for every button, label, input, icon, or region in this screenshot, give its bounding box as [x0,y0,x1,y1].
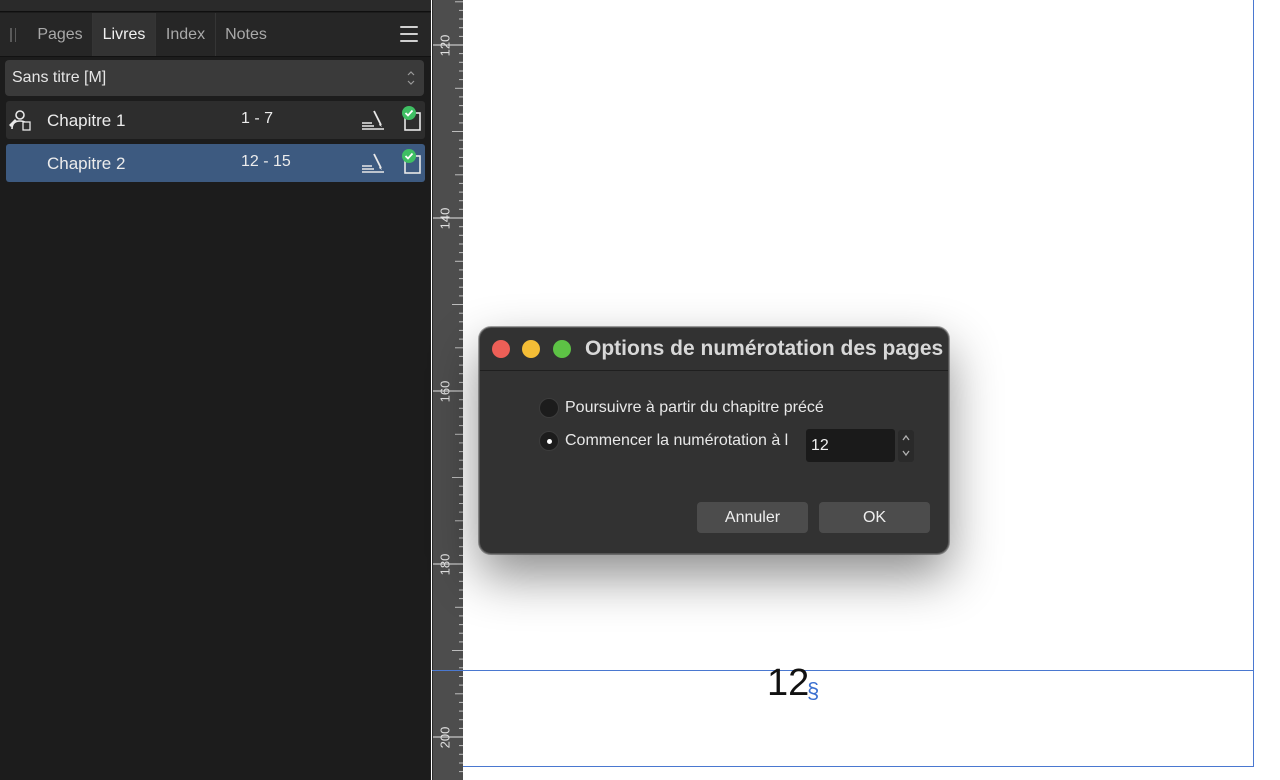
panel-menu-icon[interactable] [400,26,418,42]
margin-guide[interactable] [432,670,1254,671]
section-marker: § [807,678,820,703]
maximize-window-button[interactable] [553,340,571,358]
master-chapter-icon [9,110,31,131]
page-numbering-dialog: Options de numérotation des pages Poursu… [479,327,949,554]
edit-chapter-icon[interactable] [360,152,386,174]
panel-tab-bar: Pages Livres Index Notes [0,13,431,57]
continue-numbering-radio[interactable] [539,398,559,418]
book-selector[interactable]: Sans titre [M] [5,60,424,96]
cancel-button[interactable]: Annuler [697,502,808,533]
edit-chapter-icon[interactable] [360,109,386,131]
increment-icon[interactable] [901,433,911,443]
updown-chevron-icon [407,71,415,85]
ruler-label: 160 [437,380,453,403]
ruler-label: 180 [437,553,453,576]
ok-button[interactable]: OK [819,502,930,533]
dialog-title: Options de numérotation des pages [585,337,944,360]
continue-numbering-label[interactable]: Poursuivre à partir du chapitre précé [565,399,833,417]
ruler-label: 140 [437,207,453,230]
dialog-titlebar[interactable]: Options de numérotation des pages [480,328,948,371]
panel-top-strip [0,0,431,12]
vertical-ruler[interactable]: 120 140 160 180 200 [432,0,464,780]
start-numbering-label[interactable]: Commencer la numérotation à l [565,432,795,450]
start-numbering-radio[interactable] [539,431,559,451]
chapter-row-1[interactable]: Chapitre 1 1 - 7 [6,101,425,139]
tab-index[interactable]: Index [156,13,216,56]
start-number-field[interactable] [806,429,895,462]
books-panel: Pages Livres Index Notes Sans titre [M] … [0,0,431,780]
page-edge [463,766,1254,767]
document-ok-icon[interactable] [401,106,423,132]
document-ok-icon[interactable] [401,149,423,175]
chapter-name: Chapitre 2 [47,154,126,173]
drag-handle-icon[interactable] [10,28,18,42]
ruler-label: 200 [437,726,453,749]
page-edge [1253,0,1254,767]
chapter-name: Chapitre 1 [47,111,126,130]
page-number-field[interactable]: 12 [767,662,809,705]
tab-livres[interactable]: Livres [93,13,156,56]
chapter-row-2[interactable]: Chapitre 2 12 - 15 [6,144,425,182]
minimize-window-button[interactable] [522,340,540,358]
chapter-page-range[interactable]: 12 - 15 [241,153,291,171]
start-number-input[interactable] [806,429,886,462]
tab-pages[interactable]: Pages [28,13,93,56]
decrement-icon[interactable] [901,448,911,458]
start-number-stepper[interactable] [898,430,914,462]
close-window-button[interactable] [492,340,510,358]
book-selector-value: Sans titre [M] [12,69,107,86]
tab-notes[interactable]: Notes [216,13,276,56]
chapter-page-range[interactable]: 1 - 7 [241,110,273,128]
ruler-label: 120 [437,34,453,57]
